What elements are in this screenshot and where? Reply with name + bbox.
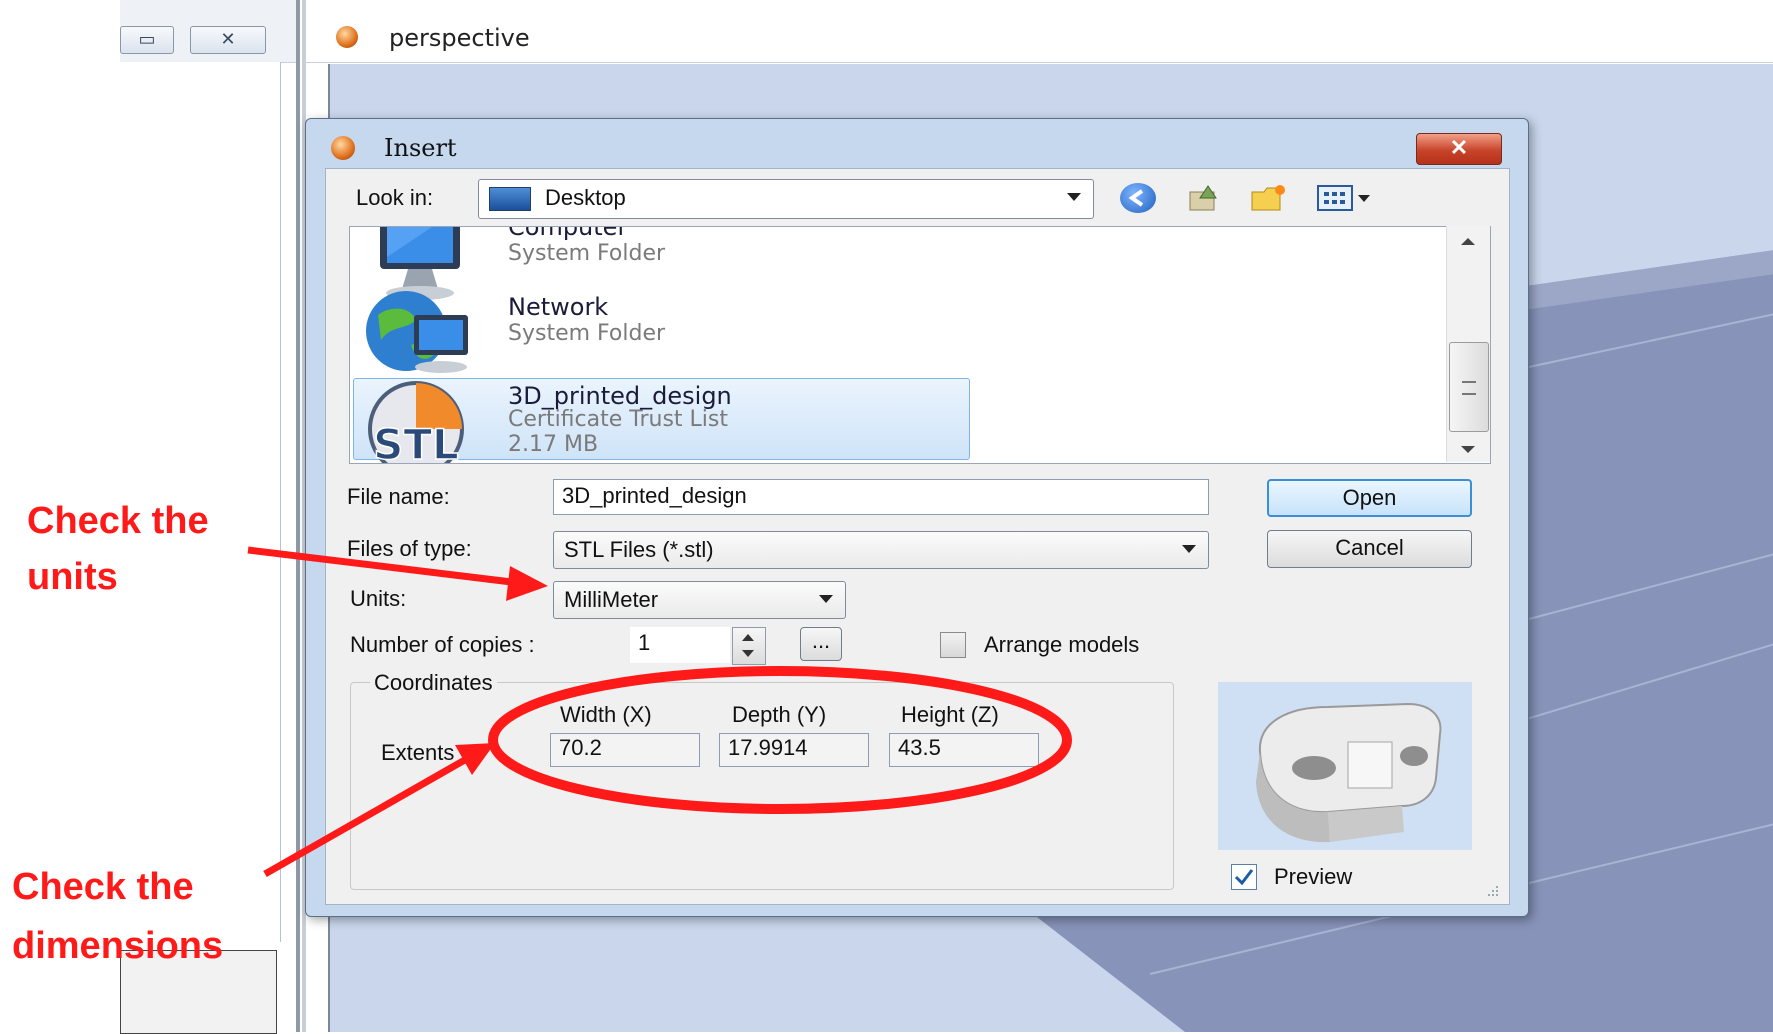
annotation-units-line2: units [27,556,118,598]
dimensions-highlight-ellipse [488,666,1072,814]
annotation-dims-line1: Check the [12,866,194,908]
annotation-dims-line2: dimensions [12,925,224,967]
units-arrowhead [506,566,548,601]
annotation-overlay [247,546,1072,878]
dimensions-arrow [263,753,472,878]
annotation-units-line1: Check the [27,500,209,542]
units-arrow [247,546,521,587]
